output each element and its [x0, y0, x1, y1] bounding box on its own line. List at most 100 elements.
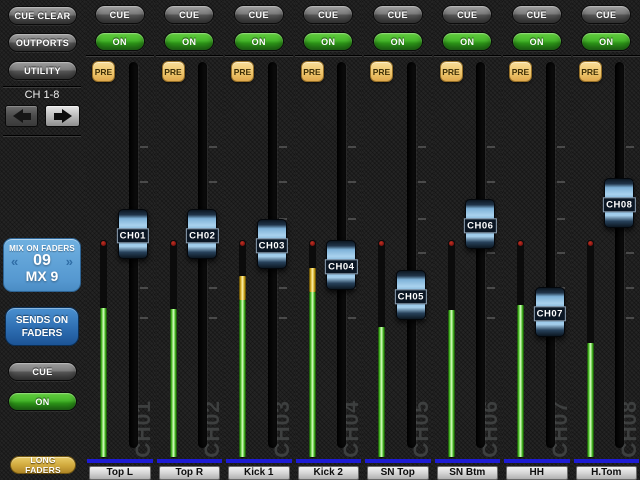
channel-name[interactable]: Top L — [89, 466, 151, 480]
meter-segment-green — [239, 300, 246, 457]
on-button[interactable]: ON — [512, 32, 562, 51]
channel-name[interactable]: Top R — [159, 466, 221, 480]
fader-scale-tick — [626, 317, 634, 319]
fader-cap[interactable]: CH04 — [326, 240, 356, 290]
pre-badge[interactable]: PRE — [579, 61, 602, 82]
fader-track[interactable] — [546, 62, 555, 448]
pre-badge[interactable]: PRE — [92, 61, 115, 82]
utility-button[interactable]: UTILITY — [8, 61, 77, 80]
left-arrow-icon — [13, 109, 31, 123]
peak-led — [449, 241, 454, 246]
fader-scale-tick — [140, 146, 148, 148]
bank-left-button[interactable] — [5, 105, 38, 127]
fader-scale-tick — [279, 146, 287, 148]
cue-button[interactable]: CUE — [164, 5, 214, 24]
channel-strip-2: CUE ON PRE CH02 CH02 Top R — [156, 0, 224, 480]
cue-clear-button[interactable]: CUE CLEAR — [8, 6, 77, 25]
fader-scale-tick — [487, 287, 495, 289]
mix-name: MX 9 — [4, 268, 80, 284]
fader-track[interactable] — [615, 62, 624, 448]
peak-led — [588, 241, 593, 246]
fader-scale-tick — [140, 317, 148, 319]
fader-scale-tick — [487, 146, 495, 148]
channel-strip-7: CUE ON PRE CH07 CH07 HH — [503, 0, 571, 480]
mix-next-icon[interactable]: » — [66, 255, 73, 268]
cue-button[interactable]: CUE — [303, 5, 353, 24]
channel-strip-area: CUE ON PRE CH01 CH01 Top L CUE ON PRE CH… — [86, 0, 640, 480]
fader-cap[interactable]: CH08 — [604, 178, 634, 228]
meter-segment-green — [100, 308, 107, 457]
fader-track[interactable] — [407, 62, 416, 448]
fader-scale-tick — [418, 181, 426, 183]
channel-name[interactable]: Kick 1 — [228, 466, 290, 480]
fader-scale-tick — [487, 317, 495, 319]
level-meter — [170, 240, 177, 458]
channel-strip-8: CUE ON PRE CH08 CH08 H.Tom — [573, 0, 640, 480]
long-faders-button[interactable]: LONG FADERS — [10, 456, 76, 474]
peak-led — [379, 241, 384, 246]
meter-segment-green — [448, 310, 455, 457]
cue-button[interactable]: CUE — [581, 5, 631, 24]
on-button[interactable]: ON — [95, 32, 145, 51]
on-button[interactable]: ON — [303, 32, 353, 51]
level-meter — [587, 240, 594, 458]
on-button[interactable]: ON — [234, 32, 284, 51]
fader-scale-tick — [279, 181, 287, 183]
fader-scale-tick — [209, 317, 217, 319]
outports-button[interactable]: OUTPORTS — [8, 33, 77, 52]
channel-name[interactable]: Kick 2 — [298, 466, 360, 480]
fader-cap[interactable]: CH06 — [465, 199, 495, 249]
fader-cap[interactable]: CH01 — [118, 209, 148, 259]
fader-scale-tick — [557, 146, 565, 148]
fader-cap[interactable]: CH07 — [535, 287, 565, 337]
pre-badge[interactable]: PRE — [370, 61, 393, 82]
cue-button[interactable]: CUE — [95, 5, 145, 24]
fader-scale-tick — [209, 287, 217, 289]
sends-on-faders-button[interactable]: SENDS ON FADERS — [5, 307, 79, 346]
on-button[interactable]: ON — [373, 32, 423, 51]
on-button[interactable]: ON — [442, 32, 492, 51]
fader-scale-tick — [557, 181, 565, 183]
fader-scale-tick — [348, 181, 356, 183]
pre-badge[interactable]: PRE — [301, 61, 324, 82]
fader-scale-tick — [626, 146, 634, 148]
fader-scale-tick — [140, 287, 148, 289]
fader-scale-tick — [209, 181, 217, 183]
pre-badge[interactable]: PRE — [440, 61, 463, 82]
cue-button[interactable]: CUE — [234, 5, 284, 24]
channel-name[interactable]: H.Tom — [576, 466, 638, 480]
on-button[interactable]: ON — [164, 32, 214, 51]
level-meter — [448, 240, 455, 458]
mix-prev-icon[interactable]: « — [11, 255, 18, 268]
fader-cap[interactable]: CH05 — [396, 270, 426, 320]
pre-badge[interactable]: PRE — [231, 61, 254, 82]
mix-on-faders-panel[interactable]: MIX ON FADERS « 09 » MX 9 — [3, 238, 81, 292]
pre-badge[interactable]: PRE — [509, 61, 532, 82]
cue-button[interactable]: CUE — [512, 5, 562, 24]
fader-cap-label: CH02 — [186, 228, 218, 243]
fader-cap[interactable]: CH02 — [187, 209, 217, 259]
peak-led — [101, 241, 106, 246]
fader-scale-tick — [557, 218, 565, 220]
fader-scale-tick — [418, 252, 426, 254]
pre-badge[interactable]: PRE — [162, 61, 185, 82]
on-button[interactable]: ON — [581, 32, 631, 51]
sidebar-cue-button[interactable]: CUE — [8, 362, 77, 381]
sidebar-on-button[interactable]: ON — [8, 392, 77, 411]
channel-name[interactable]: SN Btm — [437, 466, 499, 480]
level-meter — [239, 240, 246, 458]
fader-track[interactable] — [476, 62, 485, 448]
meter-segment-green — [378, 327, 385, 457]
peak-led — [240, 241, 245, 246]
peak-led — [518, 241, 523, 246]
bank-right-button[interactable] — [45, 105, 80, 127]
peak-led — [310, 241, 315, 246]
cue-button[interactable]: CUE — [442, 5, 492, 24]
fader-cap-label: CH08 — [603, 197, 635, 212]
fader-cap[interactable]: CH03 — [257, 219, 287, 269]
channel-name[interactable]: SN Top — [367, 466, 429, 480]
channel-name[interactable]: HH — [506, 466, 568, 480]
channel-color-bar — [365, 459, 431, 463]
divider — [503, 56, 571, 57]
cue-button[interactable]: CUE — [373, 5, 423, 24]
